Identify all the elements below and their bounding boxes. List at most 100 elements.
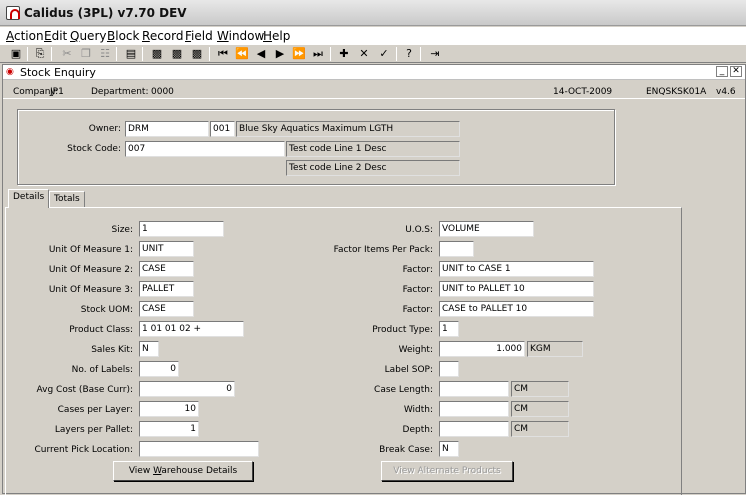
- layers-per-pallet-label: Layers per Pallet:: [54, 425, 133, 435]
- cut-icon[interactable]: ✂: [60, 47, 74, 61]
- factor-items-per-pack-field[interactable]: [439, 241, 474, 257]
- width-label: Width:: [403, 405, 433, 415]
- toolbar-separator: [27, 47, 28, 61]
- cancel-query-icon[interactable]: ▩: [190, 47, 204, 61]
- next-record-icon[interactable]: ▶: [273, 47, 287, 61]
- stock-code-label: Stock Code:: [67, 144, 121, 154]
- avg-cost-label: Avg Cost (Base Curr):: [36, 385, 133, 395]
- menu-window[interactable]: Window: [217, 29, 264, 43]
- break-case-label: Break Case:: [379, 445, 433, 455]
- layers-per-pallet-field[interactable]: 1: [139, 421, 199, 437]
- exit-icon[interactable]: ⇥: [428, 47, 442, 61]
- clear-icon[interactable]: ▤: [124, 47, 138, 61]
- document-title-bar: ◉ Stock Enquiry _ ✕: [3, 65, 745, 80]
- last-record-icon[interactable]: ⏭: [311, 47, 325, 61]
- department-label: Department:: [91, 87, 149, 97]
- uos-field[interactable]: VOLUME: [439, 221, 534, 237]
- owner-number-field[interactable]: 001: [210, 121, 235, 137]
- product-type-field[interactable]: 1: [439, 321, 459, 337]
- enter-query-icon[interactable]: ▩: [150, 47, 164, 61]
- stock-uom-label: Stock UOM:: [80, 305, 133, 315]
- width-field[interactable]: [439, 401, 509, 417]
- weight-label: Weight:: [398, 345, 433, 355]
- menu-field[interactable]: Field: [185, 29, 213, 43]
- menu-record[interactable]: Record: [142, 29, 183, 43]
- product-class-label: Product Class:: [69, 325, 133, 335]
- owner-code-field[interactable]: DRM: [125, 121, 209, 137]
- execute-query-icon[interactable]: ▩: [170, 47, 184, 61]
- cases-per-layer-field[interactable]: 10: [139, 401, 199, 417]
- current-pick-location-label: Current Pick Location:: [34, 445, 133, 455]
- previous-record-icon[interactable]: ◀: [254, 47, 268, 61]
- stock-uom-field[interactable]: CASE: [139, 301, 194, 317]
- toolbar-separator: [51, 47, 52, 61]
- case-length-field[interactable]: [439, 381, 509, 397]
- no-of-labels-label: No. of Labels:: [71, 365, 133, 375]
- toolbar-separator: [142, 47, 143, 61]
- menu-block[interactable]: Block: [107, 29, 139, 43]
- uom3-field[interactable]: PALLET: [139, 281, 194, 297]
- description-line1-field: Test code Line 1 Desc: [286, 141, 460, 157]
- factor2-field[interactable]: UNIT to PALLET 10: [439, 281, 594, 297]
- factor1-field[interactable]: UNIT to CASE 1: [439, 261, 594, 277]
- app-icon[interactable]: [6, 6, 20, 20]
- owner-label: Owner:: [88, 124, 121, 134]
- uom1-label: Unit Of Measure 1:: [48, 245, 133, 255]
- no-of-labels-field[interactable]: 0: [139, 361, 179, 377]
- factor1-label: Factor:: [402, 265, 433, 275]
- current-pick-location-field[interactable]: [139, 441, 259, 457]
- avg-cost-field[interactable]: 0: [139, 381, 235, 397]
- view-alternate-products-button[interactable]: View Alternate Products: [381, 461, 513, 481]
- close-button[interactable]: ✕: [730, 66, 742, 77]
- uom3-label: Unit Of Measure 3:: [48, 285, 133, 295]
- cases-per-layer-label: Cases per Layer:: [57, 405, 133, 415]
- paste-icon[interactable]: ☷: [98, 47, 112, 61]
- delete-record-icon[interactable]: ✕: [357, 47, 371, 61]
- depth-field[interactable]: [439, 421, 509, 437]
- size-field[interactable]: 1: [139, 221, 224, 237]
- label-sop-label: Label SOP:: [384, 365, 433, 375]
- menu-query[interactable]: Query: [70, 29, 106, 43]
- stock-enquiry-window: ◉ Stock Enquiry _ ✕ Company: JP1 Departm…: [2, 64, 746, 495]
- uom1-field[interactable]: UNIT: [139, 241, 194, 257]
- view-warehouse-details-button[interactable]: View Warehouse Details: [113, 461, 253, 481]
- factor3-field[interactable]: CASE to PALLET 10: [439, 301, 594, 317]
- product-class-field[interactable]: 1 01 01 02 +: [139, 321, 244, 337]
- sales-kit-field[interactable]: N: [139, 341, 159, 357]
- previous-block-icon[interactable]: ⏪: [235, 47, 249, 61]
- uom2-field[interactable]: CASE: [139, 261, 194, 277]
- toolbar-separator: [116, 47, 117, 61]
- menu-edit[interactable]: Edit: [44, 29, 67, 43]
- menu-action[interactable]: Action: [6, 29, 44, 43]
- print-icon[interactable]: ⎘: [33, 47, 47, 61]
- minimize-button[interactable]: _: [716, 66, 728, 77]
- department-value: 0000: [151, 87, 174, 97]
- width-unit-field: CM: [511, 401, 569, 417]
- depth-label: Depth:: [402, 425, 433, 435]
- weight-field[interactable]: 1.000: [439, 341, 525, 357]
- menu-bar: Action Edit Query Block Record Field Win…: [0, 27, 746, 44]
- stock-code-field[interactable]: 007: [125, 141, 285, 157]
- label-sop-field[interactable]: [439, 361, 459, 377]
- toolbar: ▣ ⎘ ✂ ❐ ☷ ▤ ▩ ▩ ▩ ⏮ ⏪ ◀ ▶ ⏩ ⏭ ✚ ✕ ✓ ? ⇥: [0, 44, 746, 63]
- first-record-icon[interactable]: ⏮: [216, 47, 230, 61]
- help-icon[interactable]: ?: [402, 47, 416, 61]
- duplicate-record-icon[interactable]: ✓: [377, 47, 391, 61]
- tab-totals[interactable]: Totals: [49, 191, 85, 207]
- next-block-icon[interactable]: ⏩: [292, 47, 306, 61]
- owner-name-field: Blue Sky Aquatics Maximum LGTH: [236, 121, 460, 137]
- product-type-label: Product Type:: [372, 325, 433, 335]
- factor-items-per-pack-label: Factor Items Per Pack:: [333, 245, 433, 255]
- factor3-label: Factor:: [402, 305, 433, 315]
- document-title: Stock Enquiry: [20, 66, 96, 79]
- size-label: Size:: [111, 225, 133, 235]
- menu-help[interactable]: Help: [263, 29, 290, 43]
- title-bar: Calidus (3PL) v7.70 DEV: [0, 0, 746, 26]
- copy-icon[interactable]: ❐: [79, 47, 93, 61]
- break-case-field[interactable]: N: [439, 441, 459, 457]
- toolbar-separator: [209, 47, 210, 61]
- save-icon[interactable]: ▣: [9, 47, 23, 61]
- insert-record-icon[interactable]: ✚: [337, 47, 351, 61]
- tab-details[interactable]: Details: [8, 189, 50, 208]
- form-icon: ◉: [6, 67, 14, 77]
